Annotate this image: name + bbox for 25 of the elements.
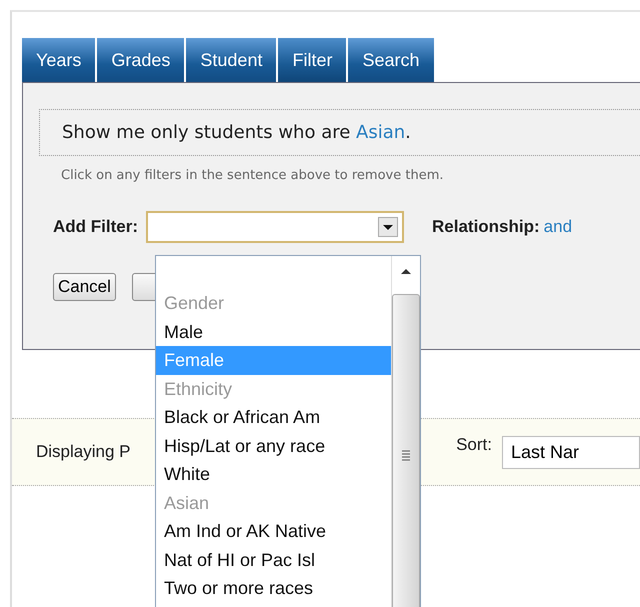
filter-sentence: Show me only students who are Asian. <box>62 122 411 143</box>
status-text: Displaying P <box>36 442 130 462</box>
option-group-label: Gender <box>163 292 226 315</box>
tab[interactable]: Grades <box>97 38 184 82</box>
tab[interactable]: Student <box>186 38 276 82</box>
tab[interactable]: Search <box>348 38 434 82</box>
add-filter-label: Add Filter: <box>53 217 138 237</box>
dropdown-option[interactable]: White <box>156 460 391 488</box>
filter-link[interactable]: Asian <box>356 122 406 143</box>
relationship-link[interactable]: and <box>544 217 572 237</box>
grip-icon <box>401 449 411 461</box>
sort-label: Sort: <box>456 435 492 455</box>
dropdown-option[interactable]: Am Ind or AK Native <box>156 517 391 546</box>
tab[interactable]: Years <box>22 38 96 82</box>
dropdown-option[interactable]: Hisp/Lat or any race <box>156 432 391 460</box>
dropdown-option[interactable]: Black or African Am <box>156 403 391 432</box>
dropdown-option[interactable]: Two or more races <box>156 574 391 602</box>
relationship-label: Relationship: <box>432 217 540 237</box>
dropdown-option[interactable]: Nat of HI or Pac Isl <box>156 546 391 574</box>
tab[interactable]: Filter <box>278 38 346 82</box>
sort-select[interactable]: Last Nar <box>502 436 640 468</box>
cancel-button[interactable]: Cancel <box>53 273 116 301</box>
hint-text: Click on any filters in the sentence above to remove them. <box>61 168 444 183</box>
dropdown-option[interactable]: Male <box>156 318 391 346</box>
option-group-label: Ethnicity <box>163 378 234 401</box>
